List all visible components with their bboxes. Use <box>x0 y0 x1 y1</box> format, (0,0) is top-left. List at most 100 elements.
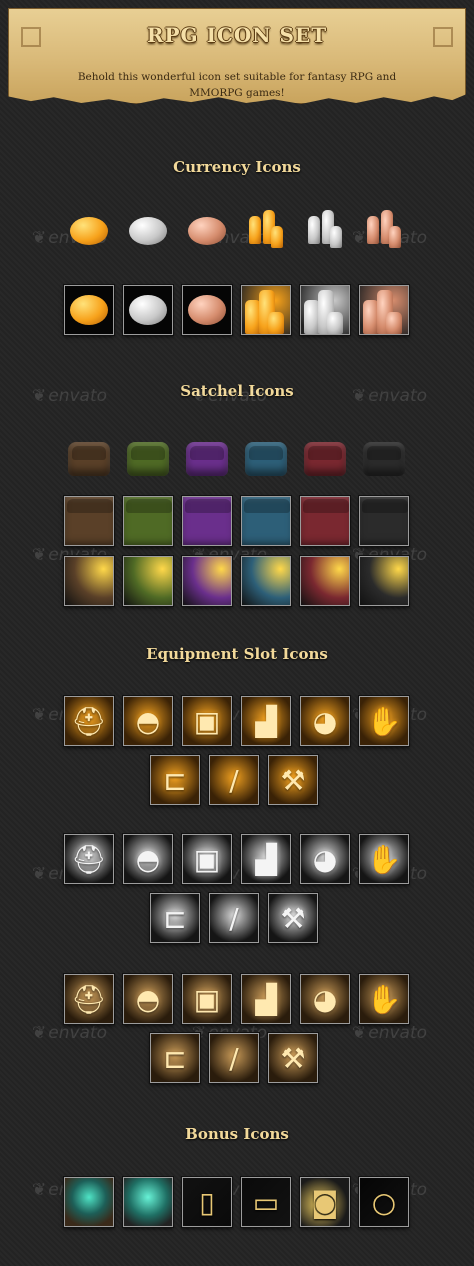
scroll-open-glyph-icon: ▭ <box>252 1185 280 1219</box>
satchel-purple-icon <box>182 434 232 484</box>
copper-coin-icon <box>182 206 232 256</box>
page-title: RPG ICON SET <box>146 23 328 47</box>
bronze-chest-armor-icon: ▣ <box>182 974 232 1024</box>
gauntlet-glyph-icon: ✋ <box>366 704 402 738</box>
satchel-brown-lit-tile-icon <box>64 556 114 606</box>
silver-cap-icon: ◓ <box>123 834 173 884</box>
satchel-teal-icon <box>241 434 291 484</box>
scroll-icon: ▯ <box>182 1177 232 1227</box>
axe-glyph-icon: ⚒ <box>280 763 306 797</box>
bracer-glyph-icon: ⊏ <box>163 1041 187 1075</box>
axe-glyph-icon: ⚒ <box>280 1041 306 1075</box>
bronze-bracer-icon: ⊏ <box>150 1033 200 1083</box>
satchel-black-lit-tile-icon <box>359 556 409 606</box>
silver-shoulder-armor-icon: ◕ <box>300 834 350 884</box>
bronze-boots-icon: ▟ <box>241 974 291 1024</box>
satchel-purple-tile-icon <box>182 496 232 546</box>
silver-sword-icon: / <box>209 893 259 943</box>
envato-watermark: ❦envato <box>352 386 428 406</box>
envato-watermark: ❦envato <box>32 386 108 406</box>
page-subtitle: Behold this wonderful icon set suitable … <box>77 71 397 99</box>
silver-coin-tile-icon <box>123 285 173 335</box>
gold-boots-icon: ▟ <box>241 696 291 746</box>
satchel-green-tile-icon <box>123 496 173 546</box>
spellbook-icon <box>64 1177 114 1227</box>
ring-small-glyph-icon: ○ <box>371 1185 397 1219</box>
bronze-gauntlet-icon: ✋ <box>359 974 409 1024</box>
shoulder-armor-glyph-icon: ◕ <box>312 842 338 876</box>
boots-glyph-icon: ▟ <box>255 982 277 1016</box>
header-banner: RPG ICON SET Behold this wonderful icon … <box>8 8 466 104</box>
envato-watermark: ❦envato <box>32 1023 108 1043</box>
bronze-axe-icon: ⚒ <box>268 1033 318 1083</box>
cap-glyph-icon: ◓ <box>135 842 161 876</box>
satchel-brown-icon <box>64 434 114 484</box>
satchel-green-icon <box>123 434 173 484</box>
bracer-glyph-icon: ⊏ <box>163 901 187 935</box>
axe-glyph-icon: ⚒ <box>280 901 306 935</box>
cap-glyph-icon: ◓ <box>135 982 161 1016</box>
copper-coin-tile-icon <box>182 285 232 335</box>
silver-coin-icon <box>123 206 173 256</box>
gold-helmet-icon: ⛑ <box>64 696 114 746</box>
helmet-glyph-icon: ⛑ <box>71 704 107 738</box>
gold-axe-icon: ⚒ <box>268 755 318 805</box>
bronze-shoulder-armor-icon: ◕ <box>300 974 350 1024</box>
silver-stack-tile-icon <box>300 285 350 335</box>
sword-glyph-icon: / <box>229 901 239 935</box>
satchel-red-tile-icon <box>300 496 350 546</box>
copper-stack-icon <box>359 206 409 256</box>
satchel-teal-tile-icon <box>241 496 291 546</box>
helmet-glyph-icon: ⛑ <box>71 842 107 876</box>
silver-chest-armor-icon: ▣ <box>182 834 232 884</box>
satchel-red-icon <box>300 434 350 484</box>
boots-glyph-icon: ▟ <box>255 704 277 738</box>
satchel-teal-lit-tile-icon <box>241 556 291 606</box>
ring-small-icon: ○ <box>359 1177 409 1227</box>
satchel-brown-tile-icon <box>64 496 114 546</box>
gold-bracer-icon: ⊏ <box>150 755 200 805</box>
satchel-black-icon <box>359 434 409 484</box>
sword-glyph-icon: / <box>229 1041 239 1075</box>
satchel-black-tile-icon <box>359 496 409 546</box>
section-title-equipment: Equipment Slot Icons <box>146 645 328 663</box>
cap-glyph-icon: ◓ <box>135 704 161 738</box>
silver-gauntlet-icon: ✋ <box>359 834 409 884</box>
copper-stack-tile-icon <box>359 285 409 335</box>
envato-watermark: ❦envato <box>192 386 268 406</box>
sword-glyph-icon: / <box>229 763 239 797</box>
gold-gauntlet-icon: ✋ <box>359 696 409 746</box>
silver-axe-icon: ⚒ <box>268 893 318 943</box>
gold-coin-icon <box>64 206 114 256</box>
gauntlet-glyph-icon: ✋ <box>366 842 402 876</box>
section-title-bonus: Bonus Icons <box>185 1125 289 1143</box>
shoulder-armor-glyph-icon: ◕ <box>312 704 338 738</box>
gold-shoulder-armor-icon: ◕ <box>300 696 350 746</box>
scroll-open-icon: ▭ <box>241 1177 291 1227</box>
gauntlet-glyph-icon: ✋ <box>366 982 402 1016</box>
boots-glyph-icon: ▟ <box>255 842 277 876</box>
section-title-currency: Currency Icons <box>173 158 301 176</box>
chest-armor-glyph-icon: ▣ <box>193 842 221 876</box>
bronze-helmet-icon: ⛑ <box>64 974 114 1024</box>
chest-armor-glyph-icon: ▣ <box>193 704 221 738</box>
scroll-glyph-icon: ▯ <box>199 1185 215 1219</box>
chest-armor-glyph-icon: ▣ <box>193 982 221 1016</box>
gold-coin-tile-icon <box>64 285 114 335</box>
gold-sword-icon: / <box>209 755 259 805</box>
bronze-sword-icon: / <box>209 1033 259 1083</box>
helmet-glyph-icon: ⛑ <box>71 982 107 1016</box>
silver-helmet-icon: ⛑ <box>64 834 114 884</box>
spellbook-open-icon <box>123 1177 173 1227</box>
silver-bracer-icon: ⊏ <box>150 893 200 943</box>
bracer-glyph-icon: ⊏ <box>163 763 187 797</box>
satchel-purple-lit-tile-icon <box>182 556 232 606</box>
gold-stack-tile-icon <box>241 285 291 335</box>
ring-icon: ◙ <box>300 1177 350 1227</box>
bronze-cap-icon: ◓ <box>123 974 173 1024</box>
gold-stack-icon <box>241 206 291 256</box>
satchel-green-lit-tile-icon <box>123 556 173 606</box>
ring-glyph-icon: ◙ <box>311 1185 339 1219</box>
gold-cap-icon: ◓ <box>123 696 173 746</box>
silver-stack-icon <box>300 206 350 256</box>
